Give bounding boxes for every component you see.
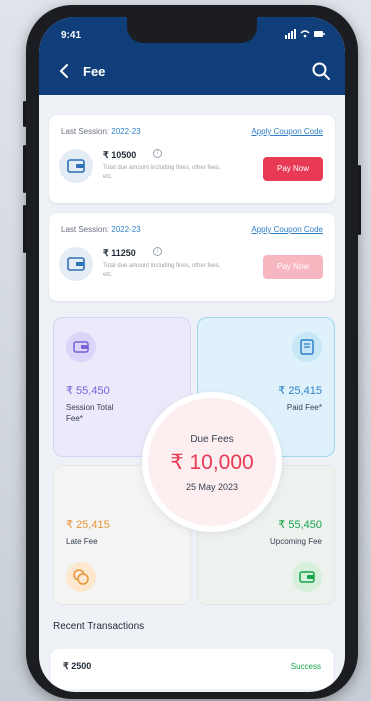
tile-label: Late Fee [66, 537, 98, 546]
search-icon[interactable] [311, 61, 331, 81]
session-text: Last Session: 2022-23 [61, 127, 141, 136]
receipt-icon [292, 332, 322, 362]
tile-label: Session Total Fee* [66, 403, 114, 423]
due-fees-amount: ₹ 10,000 [170, 451, 254, 474]
wallet-icon [59, 149, 93, 183]
side-button [23, 101, 26, 127]
transaction-row[interactable]: ₹ 2500 Success [51, 649, 333, 689]
coins-icon [66, 562, 96, 592]
fee-card: Last Session: 2022-23 Apply Coupon Code … [49, 213, 335, 301]
pay-now-button[interactable]: Pay Now [263, 255, 323, 279]
session-label: Last Session: [61, 127, 110, 136]
app-screen: 9:41 Fee Last Session: 2022-23 Apply Cou… [39, 17, 345, 692]
apply-coupon-link[interactable]: Apply Coupon Code [251, 127, 323, 136]
due-amount: ₹ 11250 [103, 248, 136, 258]
amount-description: Total due amount including fines, other … [103, 165, 221, 180]
status-icons [285, 29, 325, 42]
tile-label: Paid Fee* [286, 403, 322, 412]
fee-card: Last Session: 2022-23 Apply Coupon Code … [49, 115, 335, 203]
phone-frame: 9:41 Fee Last Session: 2022-23 Apply Cou… [23, 5, 361, 699]
info-icon[interactable]: i [153, 149, 162, 158]
apply-coupon-link[interactable]: Apply Coupon Code [251, 225, 323, 234]
wallet-icon [59, 247, 93, 281]
wallet-icon [66, 332, 96, 362]
session-text: Last Session: 2022-23 [61, 225, 141, 234]
page-title: Fee [83, 64, 106, 79]
notch [127, 17, 257, 43]
side-button [23, 145, 26, 193]
tile-value: ₹ 55,450 [278, 519, 322, 531]
due-fees-date: 25 May 2023 [185, 482, 239, 492]
tile-value: ₹ 25,415 [278, 385, 322, 397]
side-button [23, 205, 26, 253]
tile-value: ₹ 25,415 [66, 519, 110, 531]
tile-value: ₹ 55,450 [66, 385, 110, 397]
transaction-amount: ₹ 2500 [63, 661, 92, 671]
pay-now-button[interactable]: Pay Now [263, 157, 323, 181]
due-fees-summary: Due Fees ₹ 10,000 25 May 2023 [142, 392, 282, 532]
session-label: Last Session: [61, 225, 110, 234]
recent-transactions-title: Recent Transactions [53, 621, 145, 632]
wallet-icon [292, 562, 322, 592]
side-button [358, 165, 361, 235]
due-amount: ₹ 10500 [103, 150, 137, 160]
session-year: 2022-23 [111, 225, 141, 234]
status-time: 9:41 [61, 30, 82, 41]
back-arrow-icon[interactable] [55, 61, 75, 81]
tile-label: Upcoming Fee [269, 537, 322, 546]
amount-description: Total due amount including fines, other … [103, 263, 221, 278]
transaction-status: Success [290, 662, 321, 671]
session-year: 2022-23 [111, 127, 141, 136]
due-fees-label: Due Fees [190, 434, 234, 445]
info-icon[interactable]: i [153, 247, 162, 256]
